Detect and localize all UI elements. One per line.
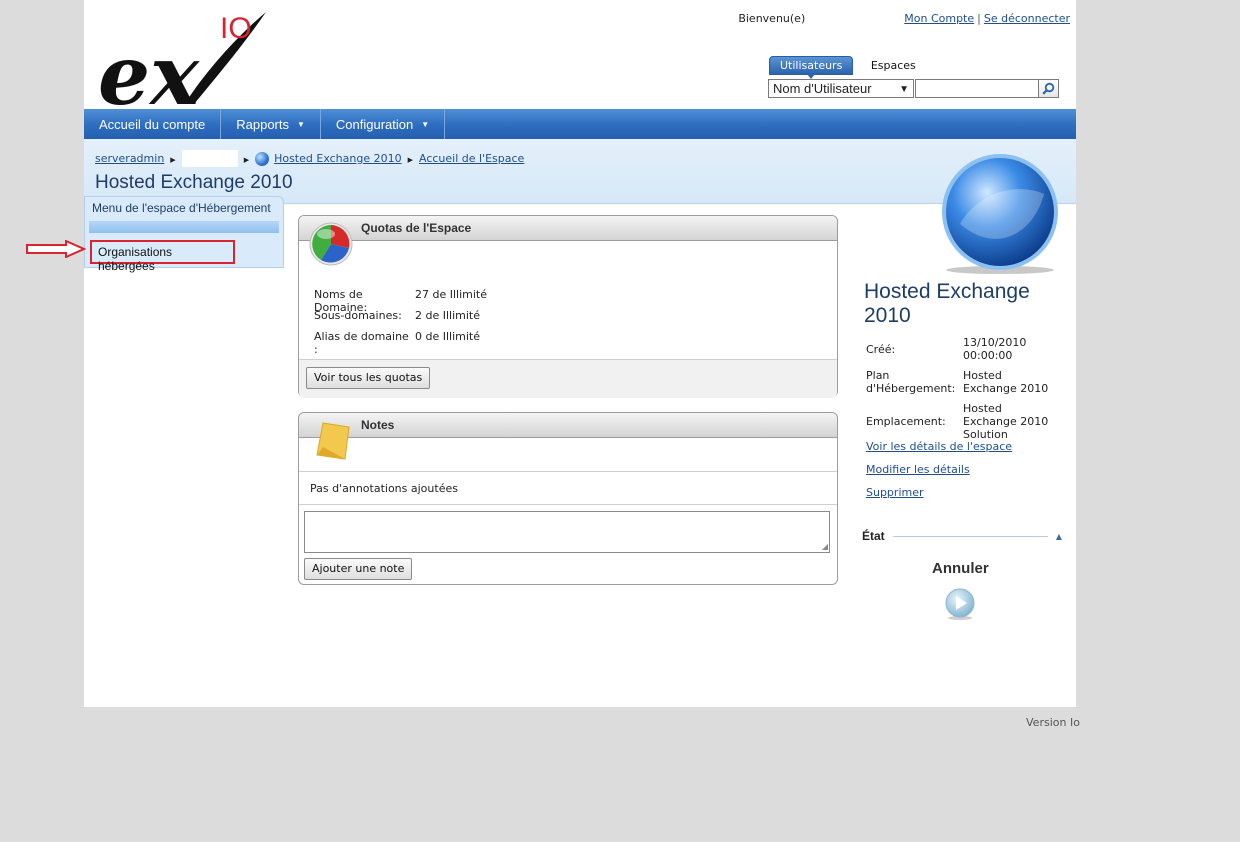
logo-text: ex [98, 28, 200, 108]
breadcrumb: serveradmin ▶ ▶ Hosted Exchange 2010 ▶ A… [95, 150, 524, 167]
info-value: Hosted Exchange 2010 Solution [963, 402, 1049, 441]
note-textarea[interactable]: ◢ [304, 511, 830, 553]
nav-account-home[interactable]: Accueil du compte [84, 109, 222, 139]
state-section-header[interactable]: État ▲ [862, 528, 1062, 544]
quota-value: 27 de Illimité [415, 288, 488, 301]
resize-grip-icon[interactable]: ◢ [822, 542, 828, 551]
breadcrumb-space-home[interactable]: Accueil de l'Espace [419, 152, 524, 165]
version-text: Version Io [1026, 716, 1080, 729]
breadcrumb-redacted-user[interactable] [181, 150, 238, 167]
space-actions: Voir les détails de l'espace Modifier le… [866, 440, 1012, 509]
space-title: Hosted Exchange 2010 [864, 280, 1030, 327]
search-icon [1042, 82, 1055, 95]
my-account-link[interactable]: Mon Compte [904, 12, 974, 25]
red-arrow-annotation-icon [26, 240, 86, 258]
view-space-details-link[interactable]: Voir les détails de l'espace [866, 440, 1012, 453]
space-menu-divider [89, 221, 279, 233]
breadcrumb-hosted-exchange[interactable]: Hosted Exchange 2010 [274, 152, 402, 165]
user-name-redacted [808, 12, 901, 26]
search-input[interactable] [915, 79, 1039, 98]
breadcrumb-arrow-icon: ▶ [407, 156, 413, 164]
header: ex IO Bienvenu(e) Mon Compte | Se déconnec… [84, 0, 1076, 108]
quotas-title: Quotas de l'Espace [299, 216, 837, 241]
pie-chart-icon [309, 222, 353, 266]
tab-spaces[interactable]: Espaces [861, 57, 926, 74]
info-key: Plan d'Hébergement: [866, 369, 956, 395]
cancel-label: Annuler [932, 560, 989, 577]
sticky-note-icon [316, 422, 350, 460]
search-button[interactable] [1039, 79, 1059, 98]
welcome-label: Bienvenu(e) [738, 12, 806, 25]
main-navbar: Accueil du compte Rapports ▼ Configurati… [84, 109, 1076, 139]
nav-reports[interactable]: Rapports ▼ [221, 109, 321, 139]
collapse-up-icon[interactable]: ▲ [1056, 532, 1062, 541]
state-label: État [862, 529, 885, 543]
notes-panel: Notes Pas d'annotations ajoutées ◢ Ajout… [298, 412, 838, 585]
quota-value: 0 de Illimité [415, 330, 481, 343]
space-menu: Menu de l'espace d'Hébergement Organisat… [84, 196, 284, 273]
info-key: Créé: [866, 342, 896, 356]
separator: | [977, 12, 981, 25]
caret-down-icon: ▼ [296, 119, 305, 129]
space-info: Créé: 13/10/2010 00:00:00 Plan d'Héberge… [866, 336, 1058, 448]
add-note-button[interactable]: Ajouter une note [304, 558, 413, 580]
search-field-select[interactable]: Nom d'Utilisateur ▼ [768, 79, 914, 98]
quota-row: Sous-domaines: 2 de Illimité [314, 309, 487, 330]
globe-icon [255, 151, 270, 166]
page-container: ex IO Bienvenu(e) Mon Compte | Se déconnec… [84, 0, 1076, 707]
quotas-footer: Voir tous les quotas [299, 359, 837, 398]
chevron-down-icon: ▼ [899, 84, 909, 95]
tab-users[interactable]: Utilisateurs [769, 56, 854, 79]
info-row: Plan d'Hébergement: Hosted Exchange 2010 [866, 369, 1058, 395]
quota-label: Alias de domaine : [314, 330, 409, 356]
breadcrumb-arrow-icon: ▶ [170, 156, 176, 164]
quota-row: Alias de domaine : 0 de Illimité [314, 330, 487, 356]
info-value: Hosted Exchange 2010 [963, 369, 1049, 395]
notes-title: Notes [299, 413, 837, 438]
quota-label: Sous-domaines: [314, 309, 402, 322]
nav-label: Rapports [236, 116, 289, 132]
quota-row: Noms de Domaine: 27 de Illimité [314, 288, 488, 314]
view-all-quotas-button[interactable]: Voir tous les quotas [306, 367, 431, 389]
info-key: Emplacement: [866, 415, 946, 428]
play-icon[interactable] [944, 588, 976, 620]
quotas-panel: Quotas de l'Espace Noms de Domaine: 27 d… [298, 215, 838, 398]
edit-details-link[interactable]: Modifier les détails [866, 463, 1012, 476]
caret-down-icon: ▼ [421, 119, 430, 129]
info-value: 13/10/2010 00:00:00 [963, 336, 1027, 362]
search-field-value: Nom d'Utilisateur [773, 81, 872, 96]
page-title: Hosted Exchange 2010 [95, 172, 293, 193]
brand-logo[interactable]: ex IO [94, 4, 274, 108]
state-divider [892, 535, 1048, 537]
nav-label: Accueil du compte [99, 116, 206, 132]
delete-link[interactable]: Supprimer [866, 486, 1012, 499]
space-globe-icon [942, 154, 1058, 274]
nav-configuration[interactable]: Configuration ▼ [321, 109, 446, 139]
search-scope-tabs: Utilisateurs Espaces [769, 56, 930, 79]
nav-label: Configuration [335, 116, 414, 132]
subheader: serveradmin ▶ ▶ Hosted Exchange 2010 ▶ A… [84, 139, 1076, 204]
info-row: Créé: 13/10/2010 00:00:00 [866, 336, 1058, 362]
logo-superscript: IO [220, 12, 252, 45]
quota-label: Noms de Domaine: [314, 288, 368, 314]
search-row: Nom d'Utilisateur ▼ [768, 79, 1059, 100]
breadcrumb-serveradmin[interactable]: serveradmin [95, 152, 164, 165]
quota-list: Noms de Domaine: 27 de Illimité Sous-dom… [314, 288, 488, 356]
logout-link[interactable]: Se déconnecter [984, 12, 1070, 25]
info-row: Emplacement: Hosted Exchange 2010 Soluti… [866, 402, 1058, 441]
breadcrumb-arrow-icon: ▶ [243, 156, 250, 164]
space-menu-title: Menu de l'espace d'Hébergement [92, 201, 271, 215]
quota-value: 2 de Illimité [415, 309, 481, 322]
notes-empty-text: Pas d'annotations ajoutées [299, 471, 837, 505]
welcome-bar: Bienvenu(e) Mon Compte | Se déconnecter [738, 12, 1070, 26]
menu-item-hosted-organizations[interactable]: Organisations hébergées [90, 240, 235, 273]
